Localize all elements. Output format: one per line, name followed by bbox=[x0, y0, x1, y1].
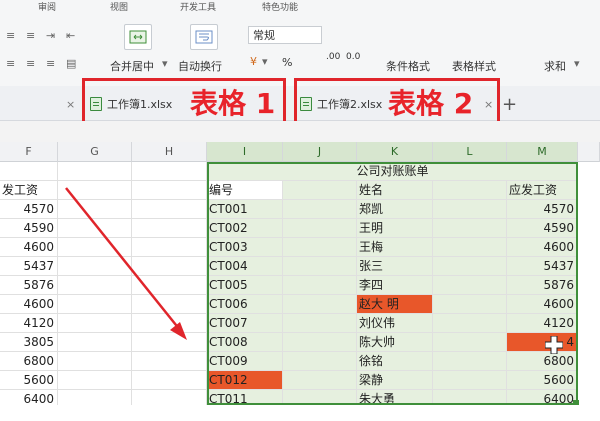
sheet-bottom-area bbox=[0, 405, 600, 421]
cross-cursor-icon bbox=[545, 336, 563, 354]
annotation-arrow bbox=[65, 187, 187, 340]
arrow-head bbox=[170, 322, 187, 340]
arrow-line bbox=[65, 187, 181, 331]
